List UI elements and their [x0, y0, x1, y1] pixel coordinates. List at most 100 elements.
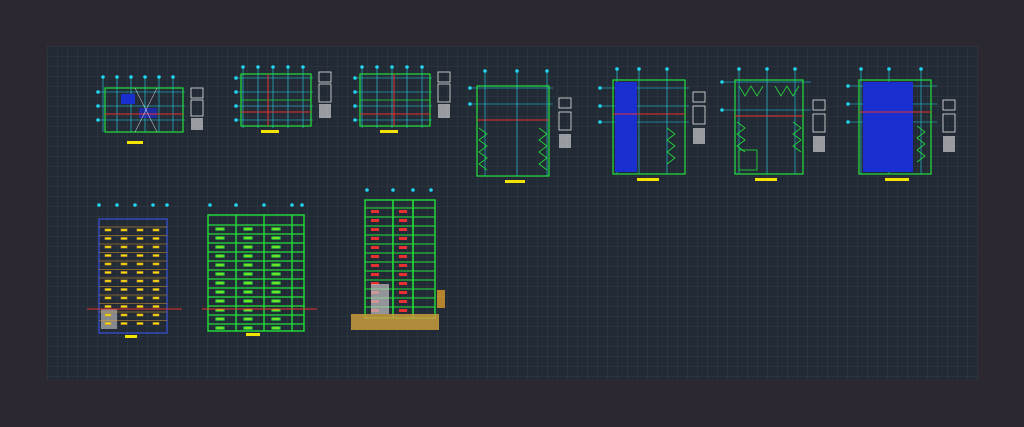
- window-mark: [152, 288, 160, 291]
- window-mark: [136, 271, 144, 274]
- stair-mark: [399, 300, 407, 303]
- floor-plan-1[interactable]: [95, 74, 210, 149]
- window-mark: [136, 279, 144, 283]
- window-mark: [215, 254, 225, 258]
- window-mark: [243, 236, 253, 240]
- stair-mark: [399, 219, 407, 222]
- stair-mark: [371, 210, 379, 213]
- window-mark: [271, 317, 281, 321]
- floor-plan-5-drawing: [598, 67, 706, 181]
- stair-mark: [399, 228, 407, 231]
- window-mark: [243, 227, 253, 231]
- window-mark: [215, 272, 225, 276]
- stair-mark: [371, 219, 379, 222]
- window-mark: [271, 254, 281, 258]
- stair-mark: [399, 210, 407, 213]
- window-mark: [271, 272, 281, 276]
- stair-mark: [399, 291, 407, 294]
- window-mark: [136, 288, 144, 291]
- window-mark: [215, 236, 225, 240]
- window-mark: [120, 322, 128, 325]
- window-mark: [243, 290, 253, 294]
- window-mark: [152, 271, 160, 274]
- floor-plan-7[interactable]: [845, 66, 965, 186]
- window-mark: [120, 305, 128, 308]
- window-mark: [104, 288, 112, 291]
- stair-mark: [371, 237, 379, 240]
- model-space-viewport[interactable]: [47, 46, 978, 380]
- window-mark: [136, 254, 144, 257]
- stair-mark: [399, 237, 407, 240]
- elevation-2[interactable]: [202, 201, 317, 341]
- stair-mark: [371, 264, 379, 267]
- window-mark: [215, 290, 225, 294]
- window-mark: [136, 245, 144, 249]
- stair-mark: [371, 246, 379, 249]
- window-mark: [215, 227, 225, 231]
- window-mark: [243, 263, 253, 267]
- floor-plan-4[interactable]: [467, 68, 577, 186]
- window-mark: [104, 296, 112, 300]
- window-mark: [104, 254, 112, 257]
- window-mark: [271, 263, 281, 267]
- window-mark: [271, 245, 281, 249]
- window-mark: [271, 299, 281, 303]
- window-mark: [104, 313, 112, 317]
- window-mark: [136, 228, 144, 232]
- window-mark: [136, 313, 144, 317]
- window-mark: [243, 299, 253, 303]
- window-mark: [215, 326, 225, 330]
- stair-mark: [371, 255, 379, 258]
- window-mark: [215, 263, 225, 267]
- elevation-1[interactable]: [87, 201, 182, 341]
- window-mark: [120, 245, 128, 249]
- window-mark: [136, 305, 144, 308]
- window-mark: [136, 322, 144, 325]
- elevation-1-drawing: [87, 203, 182, 338]
- window-mark: [136, 237, 144, 240]
- window-mark: [104, 279, 112, 283]
- window-mark: [271, 236, 281, 240]
- window-mark: [120, 296, 128, 300]
- window-mark: [120, 254, 128, 257]
- floor-plan-7-drawing: [846, 67, 956, 181]
- window-mark: [152, 228, 160, 232]
- elevation-2-drawing: [202, 203, 317, 336]
- floor-plan-2[interactable]: [233, 64, 333, 144]
- window-mark: [120, 228, 128, 232]
- window-mark: [104, 228, 112, 232]
- window-mark: [215, 245, 225, 249]
- floor-plan-5[interactable]: [597, 66, 712, 186]
- window-mark: [152, 245, 160, 249]
- window-mark: [243, 326, 253, 330]
- window-mark: [152, 305, 160, 308]
- window-mark: [152, 254, 160, 257]
- window-mark: [243, 245, 253, 249]
- window-mark: [120, 262, 128, 266]
- window-mark: [104, 237, 112, 240]
- floor-plan-6[interactable]: [719, 66, 834, 186]
- window-mark: [136, 262, 144, 266]
- floor-plan-1-drawing: [96, 75, 204, 144]
- window-mark: [120, 237, 128, 240]
- window-mark: [271, 290, 281, 294]
- building-section-1-drawing: [351, 188, 445, 330]
- stair-mark: [399, 309, 407, 312]
- window-mark: [243, 317, 253, 321]
- floor-plan-3[interactable]: [352, 64, 452, 144]
- building-section-1[interactable]: [347, 186, 452, 336]
- window-mark: [152, 279, 160, 283]
- floor-plan-6-drawing: [720, 67, 826, 181]
- window-mark: [152, 322, 160, 325]
- window-mark: [152, 237, 160, 240]
- window-mark: [243, 254, 253, 258]
- window-mark: [104, 262, 112, 266]
- stair-mark: [399, 264, 407, 267]
- window-mark: [152, 313, 160, 317]
- window-mark: [271, 326, 281, 330]
- window-mark: [104, 305, 112, 308]
- floor-plan-3-drawing: [353, 65, 451, 133]
- stair-mark: [371, 273, 379, 276]
- stair-mark: [399, 246, 407, 249]
- window-mark: [104, 271, 112, 274]
